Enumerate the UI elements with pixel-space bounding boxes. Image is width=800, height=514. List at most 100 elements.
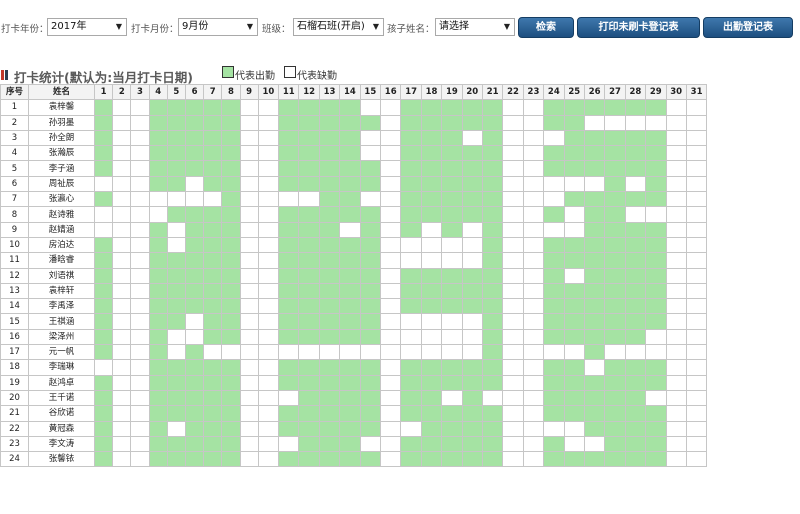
attendance-cell-present xyxy=(645,175,667,193)
attendance-cell-absent xyxy=(522,206,545,223)
row-index: 4 xyxy=(0,145,29,162)
attendance-cell-present xyxy=(166,298,186,315)
attendance-cell-present xyxy=(93,145,114,162)
attendance-cell-absent xyxy=(112,389,132,407)
attendance-cell-present xyxy=(461,191,483,208)
attendance-cell-present xyxy=(481,328,504,346)
attendance-cell-present xyxy=(441,114,463,131)
attendance-cell-absent xyxy=(257,420,280,437)
attendance-cell-absent xyxy=(130,298,150,315)
attendance-cell-absent xyxy=(522,236,545,254)
month-label: 打卡月份： xyxy=(131,24,179,35)
attendance-cell-present xyxy=(298,328,320,346)
attendance-cell-present xyxy=(481,145,504,162)
attendance-cell-absent xyxy=(239,236,259,254)
attendance-cell-present xyxy=(339,389,361,407)
month-select[interactable]: 9月份 ▼ xyxy=(178,18,258,36)
attendance-cell-absent xyxy=(665,359,687,376)
attendance-cell-present xyxy=(93,129,114,147)
attendance-cell-present xyxy=(221,435,241,453)
attendance-cell-present xyxy=(318,175,341,193)
attendance-cell-present xyxy=(604,99,626,116)
attendance-cell-present xyxy=(563,236,585,254)
row-index: 2 xyxy=(0,114,29,131)
attendance-cell-present xyxy=(441,359,463,376)
attendance-cell-present xyxy=(93,99,114,116)
attendance-cell-absent xyxy=(380,160,402,177)
child-select[interactable]: 请选择 ▼ xyxy=(435,18,515,36)
day-column-header: 6 xyxy=(184,83,205,101)
attendance-cell-present xyxy=(481,191,504,208)
attendance-cell-present xyxy=(93,405,114,422)
attendance-cell-absent xyxy=(359,191,382,208)
row-index: 5 xyxy=(0,160,29,177)
attendance-cell-present xyxy=(184,129,205,147)
attendance-cell-present xyxy=(481,359,504,376)
attendance-cell-absent xyxy=(543,344,565,361)
year-select-value: 2017年 xyxy=(51,21,87,32)
attendance-cell-absent xyxy=(502,405,524,422)
attendance-cell-absent xyxy=(112,328,132,346)
attendance-cell-present xyxy=(221,328,241,346)
day-column-header: 17 xyxy=(400,83,422,101)
attendance-cell-present xyxy=(420,206,443,223)
attendance-cell-absent xyxy=(257,298,280,315)
attendance-cell-present xyxy=(583,344,606,361)
attendance-cell-absent xyxy=(166,236,186,254)
attendance-cell-present xyxy=(221,359,241,376)
attendance-cell-present xyxy=(645,359,667,376)
attendance-cell-present xyxy=(583,282,606,300)
chevron-down-icon: ▼ xyxy=(115,22,122,31)
attendance-cell-present xyxy=(420,298,443,315)
attendance-cell-present xyxy=(339,191,361,208)
attendance-cell-present xyxy=(481,252,504,269)
attendance-cell-absent xyxy=(112,359,132,376)
attendance-cell-absent xyxy=(257,221,280,238)
attendance-cell-absent xyxy=(239,252,259,269)
attendance-cell-absent xyxy=(130,99,150,116)
row-index: 8 xyxy=(0,206,29,223)
attendance-cell-present xyxy=(148,313,168,330)
attendance-cell-present xyxy=(461,160,483,177)
attendance-cell-present xyxy=(420,359,443,376)
attendance-cell-present xyxy=(203,435,223,453)
attendance-cell-absent xyxy=(665,129,687,147)
attendance-cell-present xyxy=(543,206,565,223)
day-column-header: 2 xyxy=(112,83,132,101)
attendance-cell-present xyxy=(93,252,114,269)
attendance-cell-present xyxy=(318,145,341,162)
attendance-cell-absent xyxy=(624,114,647,131)
year-select[interactable]: 2017年 ▼ xyxy=(47,18,127,36)
attendance-cell-present xyxy=(339,328,361,346)
attendance-cell-absent xyxy=(502,99,524,116)
attendance-cell-absent xyxy=(239,99,259,116)
month-select-value: 9月份 xyxy=(182,21,209,32)
table-row: 9 赵婧涵 xyxy=(0,221,708,238)
day-column-header: 1 xyxy=(93,83,114,101)
day-column-header: 4 xyxy=(148,83,168,101)
attendance-cell-absent xyxy=(130,374,150,391)
attendance-cell-present xyxy=(481,129,504,147)
attendance-cell-absent xyxy=(380,206,402,223)
attendance-cell-absent xyxy=(502,267,524,284)
attendance-cell-present xyxy=(563,114,585,131)
search-button[interactable]: 检索 xyxy=(518,17,574,38)
attendance-cell-absent xyxy=(502,328,524,346)
attendance-cell-absent xyxy=(257,328,280,346)
attendance-cell-absent xyxy=(522,175,545,193)
attendance-cell-absent xyxy=(298,191,320,208)
attendance-register-button[interactable]: 出勤登记表 xyxy=(703,17,793,38)
attendance-cell-absent xyxy=(502,145,524,162)
attendance-cell-present xyxy=(221,221,241,238)
print-unpunched-button[interactable]: 打印未刷卡登记表 xyxy=(577,17,700,38)
attendance-cell-present xyxy=(400,221,422,238)
attendance-cell-absent xyxy=(257,405,280,422)
attendance-cell-present xyxy=(583,129,606,147)
class-select[interactable]: 石榴石班(开启) ▼ xyxy=(293,18,384,36)
attendance-cell-absent xyxy=(685,451,708,468)
attendance-cell-present xyxy=(221,99,241,116)
attendance-cell-absent xyxy=(184,175,205,193)
child-label: 孩子姓名： xyxy=(387,24,435,35)
row-index: 10 xyxy=(0,236,29,254)
attendance-cell-absent xyxy=(130,435,150,453)
